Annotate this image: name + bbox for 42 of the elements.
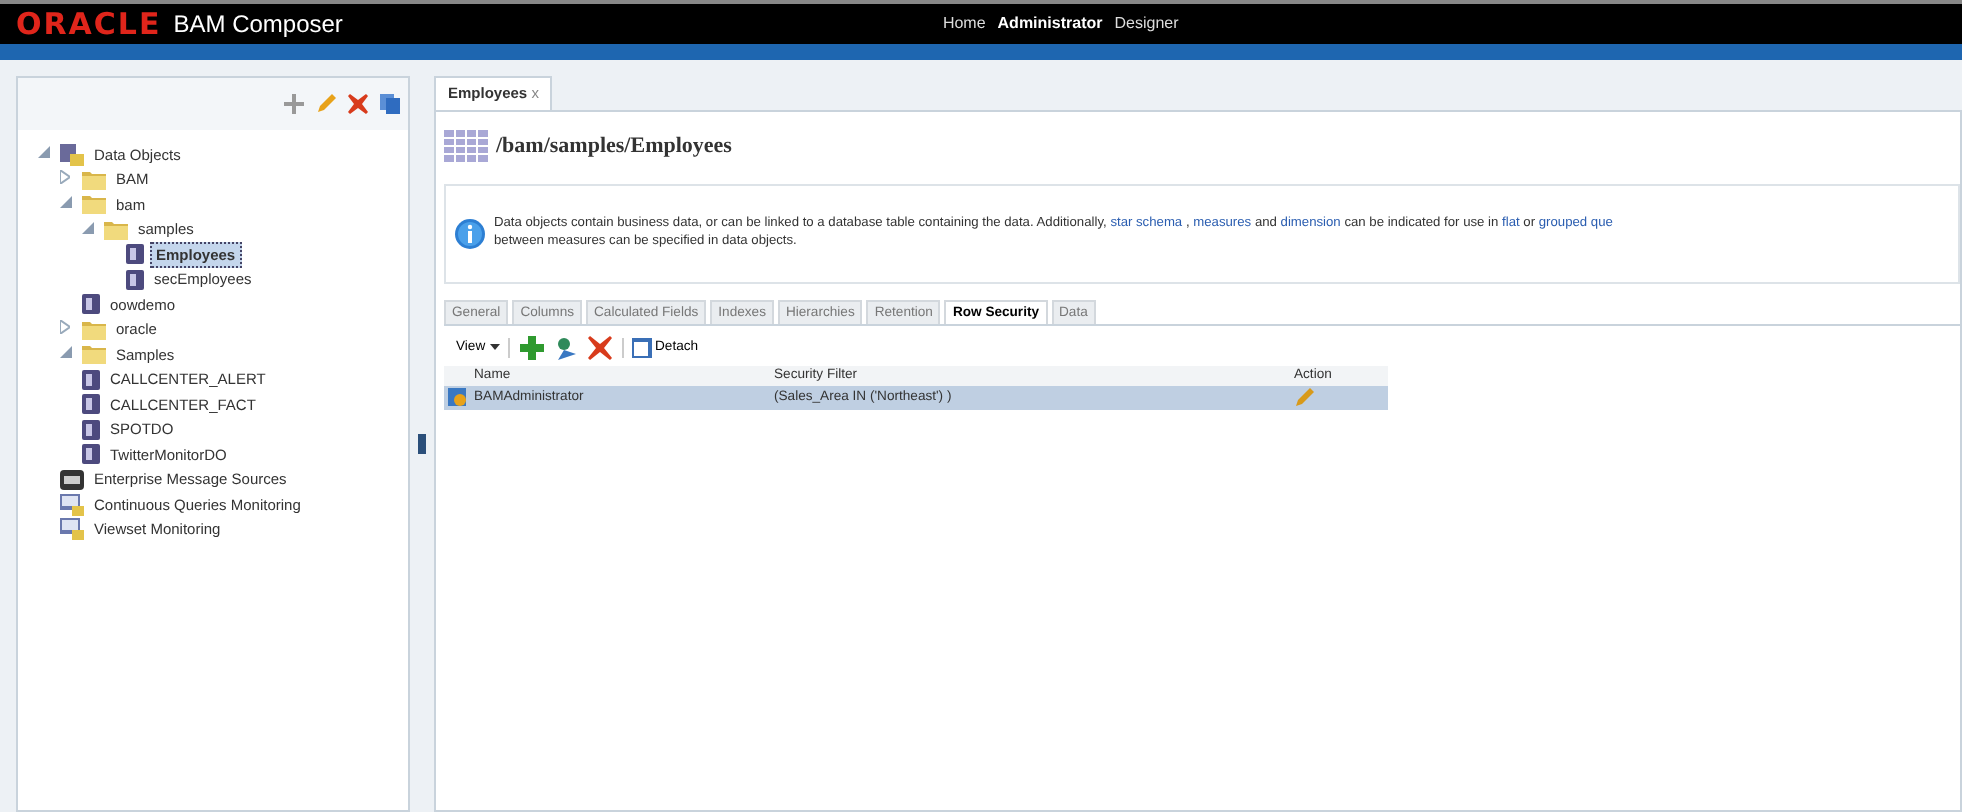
pencil-icon[interactable] — [316, 94, 336, 114]
add-icon[interactable] — [284, 94, 304, 114]
data-object-icon — [82, 444, 100, 465]
expanded-arrow-icon[interactable] — [60, 346, 72, 359]
nav-link-item[interactable]: Designer — [1114, 12, 1179, 36]
folder-icon — [82, 319, 106, 340]
monitor-icon — [60, 518, 84, 541]
edit-icon[interactable] — [1294, 387, 1314, 408]
data-object-icon — [126, 269, 144, 290]
folder-icon — [82, 194, 106, 215]
expanded-arrow-icon[interactable] — [82, 221, 94, 234]
delete-icon[interactable] — [348, 94, 368, 114]
product-title: BAM Composer — [173, 8, 343, 42]
data-object-icon — [82, 369, 100, 390]
collapse-handle-icon[interactable] — [418, 434, 426, 454]
delete-icon[interactable] — [587, 336, 611, 360]
monitor-icon — [60, 493, 84, 516]
add-user-icon[interactable] — [553, 336, 577, 360]
expanded-arrow-icon[interactable] — [38, 146, 50, 159]
data-object-icon — [126, 244, 144, 265]
envelope-icon — [60, 469, 84, 490]
data-object-icon — [82, 419, 100, 440]
folder-icon — [82, 169, 106, 190]
caret-icon — [489, 343, 499, 350]
data-object-icon — [82, 394, 100, 415]
info-icon — [454, 218, 486, 250]
oracle-logo: ORACLE — [16, 3, 162, 46]
object-path: /bam/samples/Employees — [496, 131, 732, 162]
detach-icon — [631, 338, 651, 358]
expanded-arrow-icon[interactable] — [60, 196, 72, 209]
nav-link-item[interactable]: Home — [942, 12, 986, 36]
nav-link-item[interactable]: Administrator — [997, 12, 1103, 36]
collapsed-arrow-icon[interactable] — [60, 320, 70, 335]
folder-icon — [104, 219, 128, 240]
data-objects-icon — [60, 143, 84, 166]
collapsed-arrow-icon[interactable] — [60, 170, 70, 185]
table-icon — [444, 130, 488, 162]
data-object-icon — [82, 294, 100, 315]
add-icon[interactable] — [519, 336, 543, 360]
copy-icon[interactable] — [380, 94, 400, 114]
user-icon — [448, 387, 466, 406]
folder-icon — [82, 344, 106, 365]
